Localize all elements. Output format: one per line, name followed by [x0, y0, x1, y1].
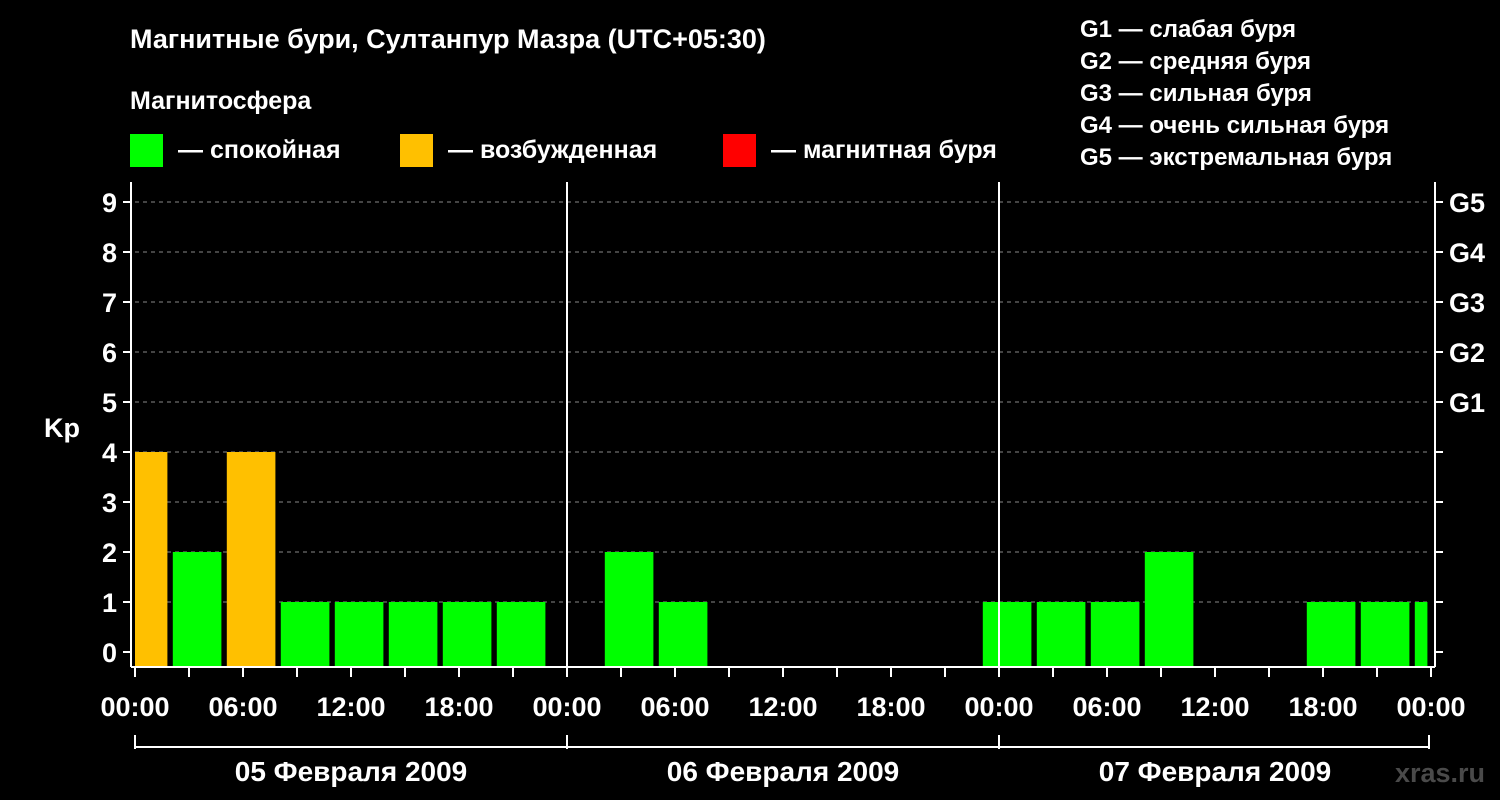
day-label: 06 Февраля 2009	[667, 756, 899, 787]
y-tick-label: 6	[102, 338, 117, 368]
x-tick-label: 18:00	[1288, 692, 1357, 722]
y-tick-label: 5	[102, 388, 117, 418]
g-level-label: G2	[1449, 338, 1485, 368]
kp-bar	[226, 452, 276, 667]
g-level-label: G3	[1449, 288, 1485, 318]
x-ticks: 00:00 06:00 12:00 18:00 00:00 06:00 12:00 18:00…	[100, 667, 1466, 722]
magnetic-storm-chart: Магнитные бури, Султанпур Мазра (UTC+05:…	[44, 16, 1485, 788]
kp-bar	[658, 602, 708, 667]
kp-bar	[1360, 602, 1410, 667]
legend-swatch	[723, 134, 756, 167]
legend-label: — магнитная буря	[771, 136, 997, 164]
kp-bar	[1306, 602, 1356, 667]
right-ticks: G1 G2 G3 G4 G5	[1435, 188, 1485, 653]
kp-bar	[1036, 602, 1086, 667]
x-tick-label: 00:00	[100, 692, 169, 722]
x-tick-label: 06:00	[208, 692, 277, 722]
x-tick-label: 12:00	[316, 692, 385, 722]
g-scale-legend: G1 — слабая буря G2 — средняя буря G3 — си…	[1080, 16, 1392, 171]
legend-label: — спокойная	[178, 136, 341, 164]
x-tick-label: 06:00	[640, 692, 709, 722]
x-tick-label: 12:00	[1180, 692, 1249, 722]
chart-title: Магнитные бури, Султанпур Мазра (UTC+05:…	[130, 24, 766, 54]
kp-bar	[442, 602, 492, 667]
kp-bar	[172, 552, 222, 667]
legend-swatch	[400, 134, 433, 167]
g-level-label: G4	[1449, 238, 1485, 268]
legend-label: — возбужденная	[448, 136, 657, 164]
watermark: xras.ru	[1395, 758, 1485, 788]
y-tick-label: 9	[102, 188, 117, 218]
g-scale-item: G5 — экстремальная буря	[1080, 144, 1392, 171]
bars	[135, 452, 1428, 667]
day-labels: 05 Февраля 2009 06 Февраля 2009 07 Февраля…	[134, 735, 1430, 787]
kp-bar	[604, 552, 654, 667]
day-label: 07 Февраля 2009	[1099, 756, 1331, 787]
axes	[130, 182, 1436, 668]
y-axis-label: Kp	[44, 413, 80, 443]
kp-bar	[334, 602, 384, 667]
kp-bar	[1144, 552, 1194, 667]
legend: — спокойная — возбужденная — магнитная бур…	[130, 134, 997, 167]
kp-bar	[1414, 602, 1428, 667]
x-tick-label: 18:00	[424, 692, 493, 722]
x-tick-label: 00:00	[1396, 692, 1465, 722]
chart-subtitle: Магнитосфера	[130, 87, 312, 115]
y-tick-label: 1	[102, 588, 117, 618]
g-level-label: G1	[1449, 388, 1485, 418]
y-tick-label: 4	[102, 438, 117, 468]
kp-bar	[982, 602, 1032, 667]
kp-bar	[496, 602, 546, 667]
grid-lines	[135, 201, 1431, 603]
kp-bar	[1090, 602, 1140, 667]
kp-bar	[388, 602, 438, 667]
y-tick-label: 0	[102, 638, 117, 668]
x-tick-label: 06:00	[1072, 692, 1141, 722]
y-tick-label: 3	[102, 488, 117, 518]
kp-bar	[280, 602, 330, 667]
g-level-label: G5	[1449, 188, 1485, 218]
legend-swatch	[130, 134, 163, 167]
g-scale-item: G2 — средняя буря	[1080, 48, 1311, 75]
g-scale-item: G3 — сильная буря	[1080, 80, 1312, 107]
x-tick-label: 00:00	[532, 692, 601, 722]
y-tick-label: 8	[102, 238, 117, 268]
kp-bar	[135, 452, 168, 667]
g-scale-item: G4 — очень сильная буря	[1080, 112, 1389, 139]
g-scale-item: G1 — слабая буря	[1080, 16, 1296, 43]
y-tick-label: 2	[102, 538, 117, 568]
x-tick-label: 18:00	[856, 692, 925, 722]
y-tick-label: 7	[102, 288, 117, 318]
x-tick-label: 00:00	[964, 692, 1033, 722]
x-tick-label: 12:00	[748, 692, 817, 722]
y-ticks: 0 1 2 3 4 5 6 7 8 9	[102, 188, 131, 668]
day-label: 05 Февраля 2009	[235, 756, 467, 787]
